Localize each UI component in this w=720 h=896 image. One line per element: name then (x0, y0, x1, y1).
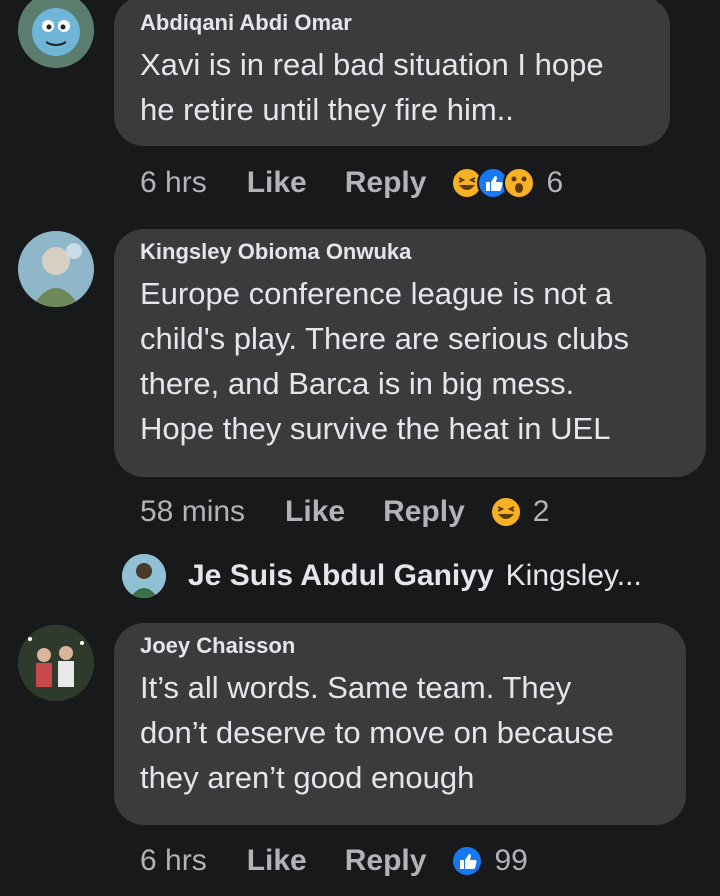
comment-actions: 6 hrs Like Reply 6 (140, 163, 563, 203)
reaction-count: 2 (532, 495, 550, 528)
comment-text: Europe conference league is not a child'… (140, 276, 629, 446)
wow-icon (503, 167, 536, 199)
like-button[interactable]: Like (247, 844, 307, 878)
comment-actions: 6 hrs Like Reply 99 (140, 841, 528, 881)
reply-text[interactable]: Kingsley... (506, 559, 642, 593)
avatar[interactable] (122, 554, 166, 598)
comment-time[interactable]: 6 hrs (140, 844, 207, 878)
haha-icon (489, 496, 522, 528)
comment-bubble: Joey Chaisson It’s all words. Same team.… (114, 623, 686, 825)
reactions[interactable]: 2 (489, 495, 550, 529)
avatar[interactable] (18, 0, 94, 68)
like-icon (451, 845, 484, 877)
reply-button[interactable]: Reply (383, 495, 465, 529)
comment-text: Xavi is in real bad situation I hope he … (140, 47, 604, 127)
avatar[interactable] (18, 625, 94, 701)
comment-actions: 58 mins Like Reply 2 (140, 492, 549, 532)
comment-author[interactable]: Abdiqani Abdi Omar (140, 10, 644, 36)
reply-button[interactable]: Reply (345, 844, 427, 878)
comment-text: It’s all words. Same team. They don’t de… (140, 670, 614, 795)
comment-time[interactable]: 58 mins (140, 495, 245, 529)
avatar[interactable] (18, 231, 94, 307)
reaction-count: 6 (546, 166, 564, 199)
reactions[interactable]: 99 (450, 844, 528, 878)
reply-author[interactable]: Je Suis Abdul Ganiyy (188, 559, 494, 593)
comment-bubble: Abdiqani Abdi Omar Xavi is in real bad s… (114, 0, 670, 146)
comment-bubble: Kingsley Obioma Onwuka Europe conference… (114, 229, 706, 477)
like-button[interactable]: Like (285, 495, 345, 529)
reply-preview[interactable]: Je Suis Abdul Ganiyy Kingsley... (122, 552, 642, 600)
like-button[interactable]: Like (247, 166, 307, 200)
comment-time[interactable]: 6 hrs (140, 166, 207, 200)
reaction-count: 99 (494, 844, 528, 877)
reactions[interactable]: 6 (450, 166, 563, 200)
comment-author[interactable]: Joey Chaisson (140, 633, 660, 659)
comment-author[interactable]: Kingsley Obioma Onwuka (140, 239, 680, 265)
reply-button[interactable]: Reply (345, 166, 427, 200)
